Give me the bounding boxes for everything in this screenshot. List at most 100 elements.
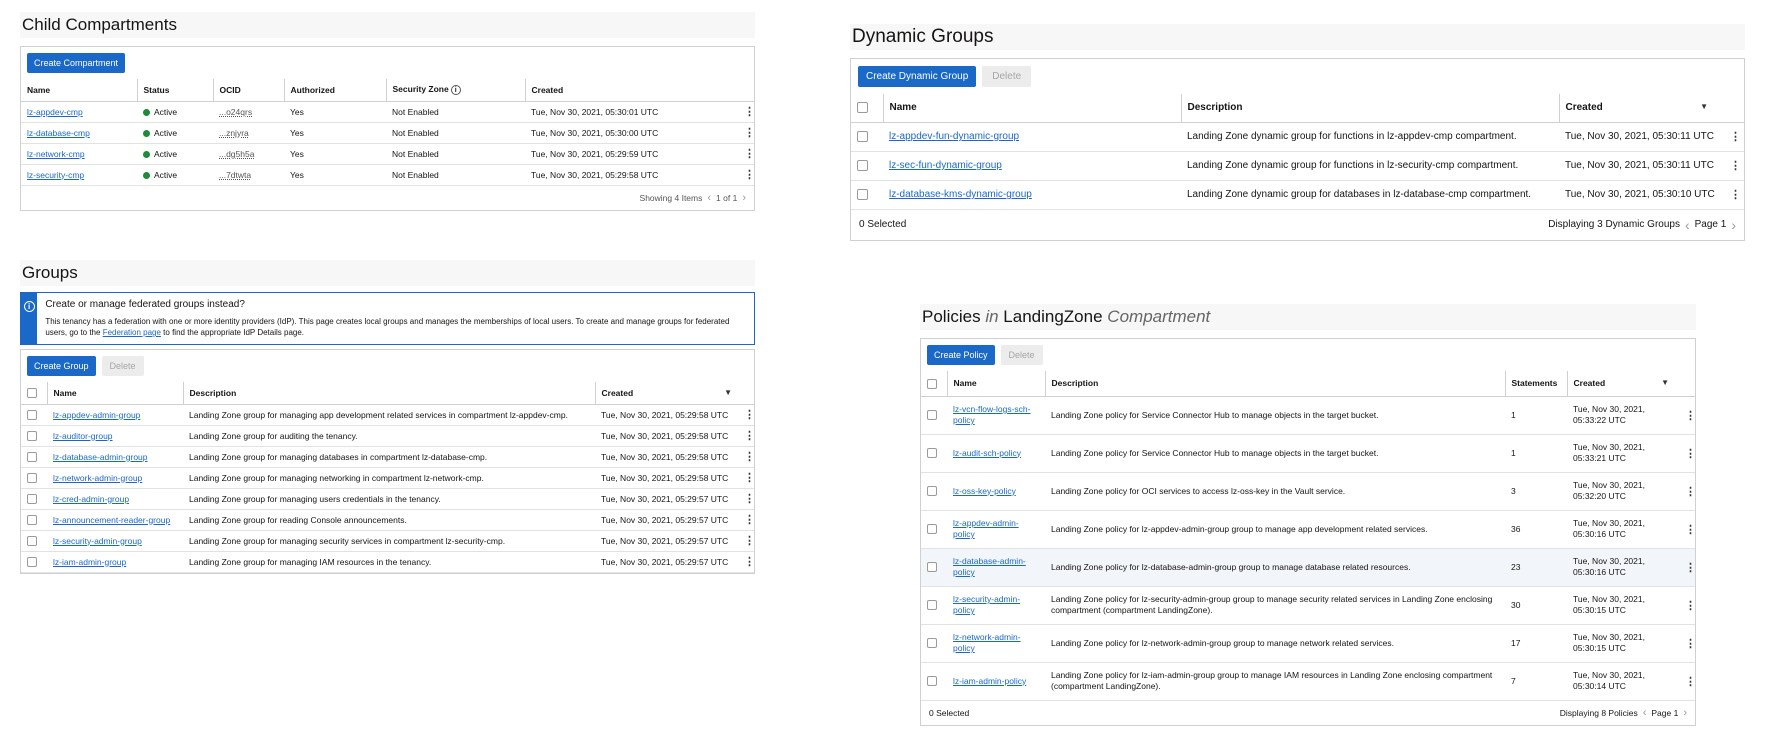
row-checkbox[interactable] [857, 131, 868, 143]
column-header-created[interactable]: Created ▼ [1566, 371, 1679, 397]
row-checkbox[interactable] [27, 472, 37, 483]
row-checkbox[interactable] [927, 600, 937, 611]
row-checkbox[interactable] [27, 514, 37, 525]
column-header-description[interactable]: Description [182, 382, 595, 405]
info-icon[interactable]: i [450, 85, 461, 96]
row-checkbox[interactable] [927, 676, 937, 687]
column-header-description[interactable]: Description [1180, 94, 1559, 123]
group-link[interactable]: lz-announcement-reader-group [53, 515, 170, 525]
row-checkbox[interactable] [27, 430, 37, 441]
policy-link[interactable]: lz-oss-key-policy [953, 486, 1016, 496]
ocid-value[interactable]: ...dg5h5a [219, 149, 254, 159]
row-checkbox[interactable] [927, 486, 937, 497]
column-header-name[interactable]: Name [946, 371, 1045, 397]
ocid-value[interactable]: ...7dtwta [219, 170, 251, 180]
policy-link[interactable]: lz-vcn-flow-logs-sch-policy [953, 404, 1030, 425]
dynamic-group-link[interactable]: lz-sec-fun-dynamic-group [889, 160, 1002, 171]
create-compartment-button[interactable]: Create Compartment [27, 53, 126, 73]
row-checkbox[interactable] [27, 451, 37, 462]
row-checkbox[interactable] [927, 524, 937, 535]
group-link[interactable]: lz-auditor-group [53, 431, 113, 441]
column-header-name[interactable]: Name [21, 79, 137, 102]
policy-link[interactable]: lz-database-admin-policy [953, 556, 1026, 577]
row-checkbox[interactable] [27, 493, 37, 504]
ocid-value[interactable]: ...o24qrs [219, 107, 252, 117]
federation-page-link[interactable]: Federation page [103, 328, 161, 337]
kebab-menu-icon[interactable]: ⋮ [738, 467, 754, 489]
delete-button[interactable]: Delete [1000, 345, 1043, 365]
compartment-link[interactable]: lz-appdev-cmp [27, 107, 83, 117]
column-header-name[interactable]: Name [882, 94, 1181, 123]
kebab-menu-icon[interactable]: ⋮ [738, 530, 754, 552]
select-all-checkbox[interactable] [927, 378, 937, 389]
row-checkbox[interactable] [927, 638, 937, 649]
delete-button[interactable]: Delete [101, 356, 144, 376]
kebab-menu-icon[interactable]: ⋮ [1679, 624, 1695, 663]
row-checkbox[interactable] [927, 410, 937, 421]
group-link[interactable]: lz-security-admin-group [53, 536, 142, 546]
kebab-menu-icon[interactable]: ⋮ [738, 509, 754, 531]
kebab-menu-icon[interactable]: ⋮ [738, 446, 754, 468]
delete-button[interactable]: Delete [982, 66, 1032, 87]
ocid-value[interactable]: ...znjyra [219, 128, 249, 138]
column-header-security-zone[interactable]: Security Zone i [385, 79, 525, 102]
chevron-right-icon[interactable]: › [1683, 707, 1687, 719]
column-header-created[interactable]: Created ▼ [594, 382, 738, 405]
chevron-right-icon[interactable]: › [742, 192, 746, 204]
kebab-menu-icon[interactable]: ⋮ [1679, 472, 1695, 511]
column-header-description[interactable]: Description [1044, 371, 1505, 397]
group-link[interactable]: lz-database-admin-group [53, 452, 148, 462]
select-all-checkbox[interactable] [857, 102, 868, 114]
kebab-menu-icon[interactable]: ⋮ [1679, 548, 1695, 587]
kebab-menu-icon[interactable]: ⋮ [1724, 180, 1744, 210]
kebab-menu-icon[interactable]: ⋮ [1679, 586, 1695, 625]
kebab-menu-icon[interactable]: ⋮ [738, 551, 754, 573]
row-checkbox[interactable] [927, 562, 937, 573]
row-checkbox[interactable] [857, 189, 868, 201]
kebab-menu-icon[interactable]: ⋮ [738, 143, 754, 165]
sort-down-icon[interactable]: ▼ [724, 388, 732, 397]
compartment-link[interactable]: lz-network-cmp [27, 149, 85, 159]
chevron-left-icon[interactable]: ‹ [1685, 217, 1690, 233]
kebab-menu-icon[interactable]: ⋮ [1679, 434, 1695, 473]
column-header-name[interactable]: Name [46, 382, 183, 405]
group-link[interactable]: lz-cred-admin-group [53, 494, 129, 504]
kebab-menu-icon[interactable]: ⋮ [738, 122, 754, 144]
create-dynamic-group-button[interactable]: Create Dynamic Group [858, 66, 977, 87]
row-checkbox[interactable] [27, 556, 37, 567]
policy-link[interactable]: lz-network-admin-policy [953, 632, 1021, 653]
column-header-statements[interactable]: Statements [1504, 371, 1567, 397]
row-checkbox[interactable] [927, 448, 937, 459]
dynamic-group-link[interactable]: lz-appdev-fun-dynamic-group [889, 131, 1019, 142]
column-header-ocid[interactable]: OCID [212, 79, 284, 102]
kebab-menu-icon[interactable]: ⋮ [1679, 510, 1695, 549]
select-all-checkbox[interactable] [27, 388, 37, 399]
policy-link[interactable]: lz-appdev-admin-policy [953, 518, 1019, 539]
sort-down-icon[interactable]: ▼ [1661, 378, 1669, 387]
policy-link[interactable]: lz-audit-sch-policy [953, 448, 1021, 458]
kebab-menu-icon[interactable]: ⋮ [738, 488, 754, 510]
kebab-menu-icon[interactable]: ⋮ [738, 425, 754, 447]
kebab-menu-icon[interactable]: ⋮ [1679, 662, 1695, 701]
kebab-menu-icon[interactable]: ⋮ [738, 101, 754, 123]
chevron-left-icon[interactable]: ‹ [707, 192, 711, 204]
policy-link[interactable]: lz-security-admin-policy [953, 594, 1020, 615]
kebab-menu-icon[interactable]: ⋮ [738, 164, 754, 186]
group-link[interactable]: lz-network-admin-group [53, 473, 142, 483]
kebab-menu-icon[interactable]: ⋮ [738, 404, 754, 426]
kebab-menu-icon[interactable]: ⋮ [1724, 151, 1744, 181]
row-checkbox[interactable] [27, 535, 37, 546]
group-link[interactable]: lz-iam-admin-group [53, 557, 126, 567]
row-checkbox[interactable] [27, 409, 37, 420]
column-header-authorized[interactable]: Authorized [283, 79, 386, 102]
compartment-link[interactable]: lz-security-cmp [27, 170, 84, 180]
chevron-right-icon[interactable]: › [1731, 217, 1736, 233]
create-group-button[interactable]: Create Group [27, 356, 96, 376]
chevron-left-icon[interactable]: ‹ [1643, 707, 1647, 719]
create-policy-button[interactable]: Create Policy [927, 345, 995, 365]
policy-link[interactable]: lz-iam-admin-policy [953, 676, 1026, 686]
kebab-menu-icon[interactable]: ⋮ [1724, 122, 1744, 152]
row-checkbox[interactable] [857, 160, 868, 172]
column-header-created[interactable]: Created ▼ [1558, 94, 1724, 123]
kebab-menu-icon[interactable]: ⋮ [1679, 396, 1695, 435]
